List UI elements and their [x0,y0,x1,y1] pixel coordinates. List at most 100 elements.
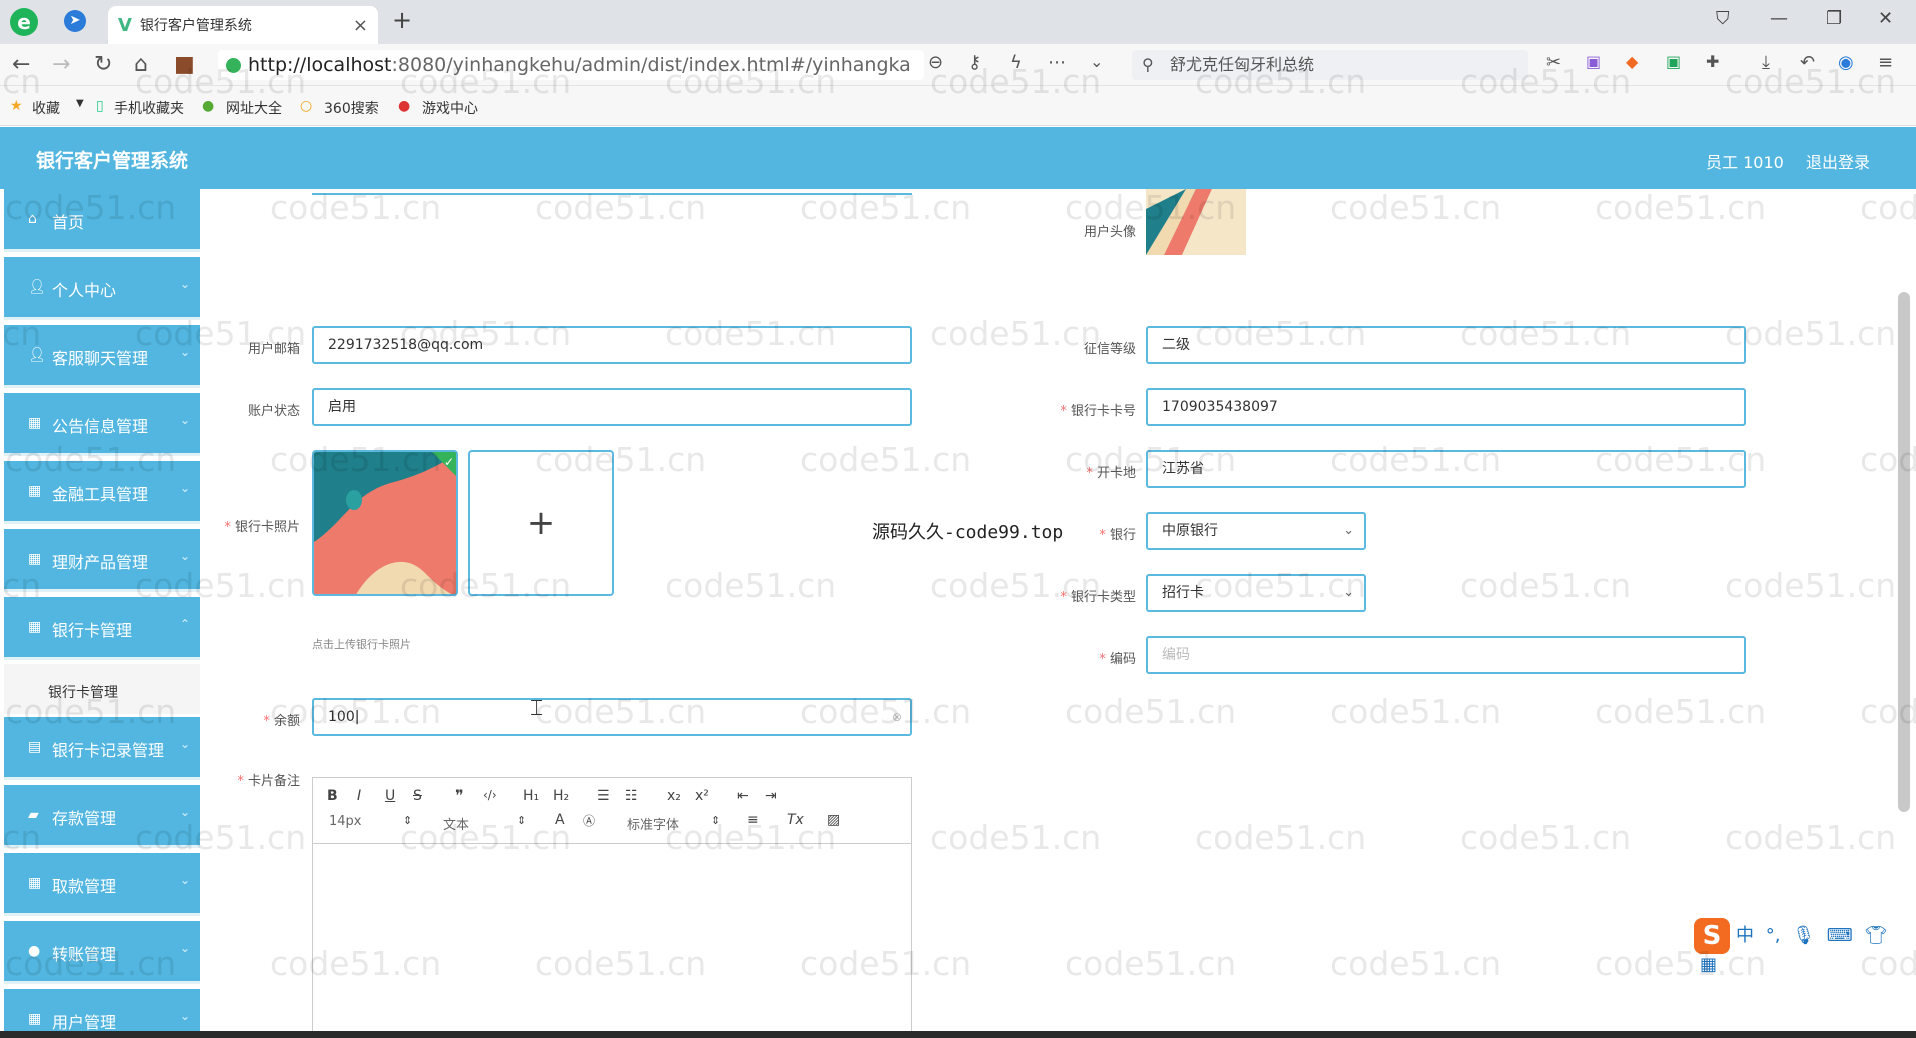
chat-icon: ▰ [28,807,39,823]
clear-format-icon[interactable]: Tx [787,812,804,828]
align-icon[interactable]: ≡ [747,812,759,828]
remark-label: * 卡片备注 [237,774,300,789]
browser-nav-bar: ← → ↻ ⌂ ■ http://localhost:8080/yinhangk… [0,44,1916,86]
remark-editor[interactable]: B I U S ❞ ‹/› H₁ H₂ ☰ ☷ x₂ x² ⇤ ⇥ 14px ⇕… [312,777,912,1037]
bookmark-item[interactable]: 手机收藏夹 [114,98,184,118]
indent-icon[interactable]: ⇥ [765,788,777,804]
new-tab-icon[interactable]: + [392,6,412,34]
download-icon[interactable]: ⤓ [1762,52,1770,73]
browser-menu-icon[interactable]: ◉ [1838,52,1854,73]
home-icon: ⌂ [28,211,37,227]
lightning-icon[interactable]: ϟ [1010,52,1022,73]
balance-field[interactable]: 100| ⊗ [312,698,912,736]
forward-icon[interactable]: → [52,52,70,77]
sidebar-item-users[interactable]: ▦ 用户管理 ⌄ [4,989,200,1031]
font-color-icon[interactable]: A [555,812,565,828]
hamburger-icon[interactable]: ≡ [1878,52,1893,73]
browser-search-box[interactable]: ⚲ 舒尤克任匈牙利总统 [1132,50,1528,80]
sidebar-subitem-card[interactable]: 银行卡管理 [4,664,200,714]
ime-toolbar[interactable]: S中 °, 🎙︎ ⌨ 👕︎ ▦ [1694,918,1916,975]
bookmark-item[interactable]: 收藏 [32,98,60,118]
sidebar-item-personal[interactable]: 👤︎ 个人中心 ⌄ [4,257,200,317]
font-family-select[interactable]: 标准字体 [627,814,679,833]
sidebar-item-withdraw[interactable]: ▦ 取款管理 ⌄ [4,853,200,913]
clear-icon[interactable]: ⊗ [892,700,902,734]
doc-icon: ▤ [28,739,42,755]
minimize-icon[interactable]: — [1770,8,1788,29]
underline-icon[interactable]: U [385,788,395,804]
superscript-icon[interactable]: x² [695,788,709,804]
chevron-down-icon: ⌄ [179,1009,190,1023]
skin-icon[interactable]: ⛉ [1716,8,1730,29]
browser-tab[interactable]: V 银行客户管理系统 × [108,6,378,44]
scissors-icon[interactable]: ✂ [1546,52,1561,73]
sidebar-item-card-records[interactable]: ▤ 银行卡记录管理 ⌄ [4,717,200,777]
card-photo-thumbnail[interactable]: ✓ [312,450,458,596]
restore-icon[interactable]: ❐ [1826,8,1842,29]
sidebar-item-home[interactable]: ⌂ 首页 [4,189,200,249]
browser-logo-icon[interactable]: e [10,8,38,36]
email-field[interactable]: 2291732518@qq.com [312,326,912,364]
open-place-field[interactable]: 江苏省 [1146,450,1746,488]
address-bar[interactable]: http://localhost:8080/yinhangkehu/admin/… [218,50,924,80]
page-scrollbar[interactable] [1898,292,1910,812]
secure-icon [226,58,241,73]
subscript-icon[interactable]: x₂ [667,788,681,804]
logout-link[interactable]: 退出登录 [1806,149,1870,173]
remark-label-text: 卡片备注 [247,774,300,789]
translate-icon[interactable]: ▣ [1586,52,1601,71]
card-number-field[interactable]: 1709035438097 [1146,388,1746,426]
game-icon[interactable]: ◆ [1626,52,1638,71]
bank-select[interactable]: 中原银行 ⌄ [1146,512,1366,550]
image-icon[interactable]: ▨ [827,812,840,828]
sidebar-item-finance-tools[interactable]: ▦ 金融工具管理 ⌄ [4,461,200,521]
book-icon[interactable]: ▣ [1666,52,1681,71]
sidebar-item-card[interactable]: ▦ 银行卡管理 ⌃ [4,597,200,657]
key-icon[interactable]: ⚷ [968,52,981,73]
upload-add-button[interactable]: + [468,450,614,596]
mic-icon: 🎙︎ [1792,925,1816,946]
chevron-updown-icon: ⇕ [711,814,721,827]
more-icon[interactable]: ⋯ [1048,52,1066,73]
sidebar-item-wealth[interactable]: ▦ 理财产品管理 ⌄ [4,529,200,589]
home-nav-icon[interactable]: ⌂ [134,52,148,77]
background-color-icon[interactable]: Ⓐ [583,812,595,829]
briefcase-icon[interactable]: ■ [174,52,195,77]
ordered-list-icon[interactable]: ☰ [597,788,610,804]
close-window-icon[interactable]: ✕ [1878,8,1893,29]
extensions-icon[interactable]: ✚ [1706,52,1719,71]
card-type-select[interactable]: 招行卡 ⌄ [1146,574,1366,612]
bookmark-item[interactable]: 360搜索 [324,98,379,118]
font-size-select[interactable]: 14px [329,814,362,829]
italic-icon[interactable]: I [357,788,361,804]
sidebar-item-notice[interactable]: ▦ 公告信息管理 ⌄ [4,393,200,453]
reload-icon[interactable]: ↻ [94,52,112,77]
bullet-list-icon[interactable]: ☷ [625,788,638,804]
outdent-icon[interactable]: ⇤ [737,788,749,804]
undo-icon[interactable]: ↶ [1800,52,1815,73]
bookmark-item[interactable]: 网址大全 [226,98,282,118]
strike-icon[interactable]: S [413,788,422,804]
zoom-icon[interactable]: ⊖ [928,52,943,73]
sidebar-item-label: 首页 [52,213,85,232]
back-icon[interactable]: ← [12,52,30,77]
bookmark-item[interactable]: 游戏中心 [422,98,478,118]
chevron-down-icon: ⌄ [179,737,190,751]
code-field[interactable]: 编码 [1146,636,1746,674]
sidebar-item-transfer[interactable]: ● 转账管理 ⌄ [4,921,200,981]
status-field[interactable]: 启用 [312,388,912,426]
sidebar-item-deposit[interactable]: ▰ 存款管理 ⌄ [4,785,200,845]
credit-level-field[interactable]: 二级 [1146,326,1746,364]
text-type-select[interactable]: 文本 [443,814,469,833]
code-icon[interactable]: ‹/› [483,788,497,802]
quote-icon[interactable]: ❞ [455,786,464,805]
chevron-down-icon[interactable]: ⌄ [1090,52,1103,71]
h2-icon[interactable]: H₂ [553,788,569,804]
sidebar-item-chat[interactable]: 👤︎ 客服聊天管理 ⌄ [4,325,200,385]
field-edge [312,189,912,195]
bold-icon[interactable]: B [327,788,338,804]
close-tab-icon[interactable]: × [353,15,368,36]
caret-down-icon[interactable]: ▼ [76,98,84,109]
send-icon[interactable]: ➤ [64,10,86,32]
h1-icon[interactable]: H₁ [523,788,539,804]
